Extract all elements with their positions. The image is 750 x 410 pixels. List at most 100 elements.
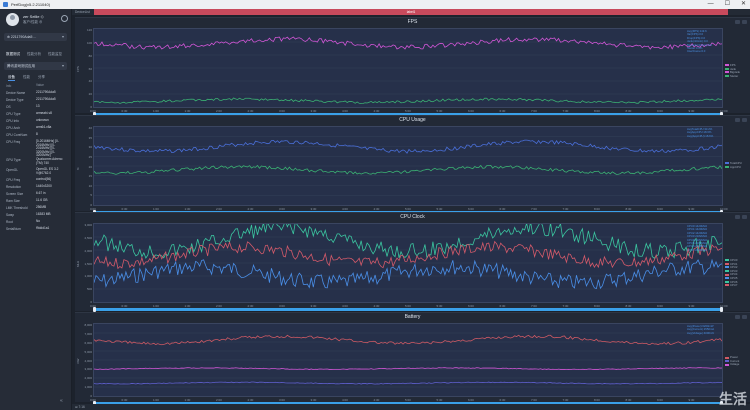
gear-icon[interactable] xyxy=(61,15,68,22)
collapse-icon[interactable]: « xyxy=(60,398,66,404)
close-icon[interactable] xyxy=(742,118,747,122)
table-row: Resolution 1440x3200 xyxy=(6,184,68,191)
legend-swatch xyxy=(725,64,729,67)
legend-label: Voltage xyxy=(730,362,740,367)
close-icon[interactable] xyxy=(742,215,747,219)
user-profile[interactable]: zer Sellie ◇ 客户/性能 ⊕ xyxy=(6,13,68,29)
table-row: SerialNum f9ddd1a1 xyxy=(6,226,68,233)
info-key: CPU Arch xyxy=(6,126,20,130)
legend-item[interactable]: Stutter xyxy=(725,73,740,79)
y-tick-label: 500 xyxy=(86,287,92,292)
info-value: 2211790Ada5 xyxy=(36,97,56,101)
tab-performance[interactable]: 性能 xyxy=(23,75,30,81)
stats-legend: CPU0:1420MHz CPU1:1420MHz CPU2:1420MHz CPU3… xyxy=(687,224,707,252)
series-line xyxy=(94,224,722,259)
info-value: armeabi-v8 xyxy=(36,111,52,115)
fps-plot-area[interactable] xyxy=(93,28,723,108)
legend-swatch xyxy=(725,71,729,74)
panel-title: Battery xyxy=(404,314,421,320)
cpu-plot-area[interactable] xyxy=(93,126,723,206)
info-value: Qualcomm Adreno (TM) 740 xyxy=(36,157,63,165)
legend-item[interactable]: CPU7 xyxy=(725,283,738,288)
y-tick-label: 10 xyxy=(88,183,92,188)
battery-plot-area[interactable] xyxy=(93,323,723,397)
minimize-button[interactable]: — xyxy=(708,1,714,8)
table-row: Device Type 2211790Ada5 xyxy=(6,97,68,104)
chevron-down-icon: ▾ xyxy=(61,34,64,39)
maximize-button[interactable]: ☐ xyxy=(725,1,730,8)
info-value: f9ddd1a1 xyxy=(36,226,50,230)
series-line xyxy=(94,258,722,290)
legend-swatch xyxy=(725,262,729,265)
info-value: 6.67 in xyxy=(36,191,46,195)
tab-perf-monitor[interactable]: 性能监控 xyxy=(48,52,62,57)
legend-swatch xyxy=(725,280,729,283)
y-tick-label: 120 xyxy=(86,28,92,32)
settings-icon[interactable] xyxy=(735,20,740,24)
sidebar-tabs: 数据测试 性能分析 性能监控 xyxy=(6,52,62,57)
main-area: DeviceList label1 FPS FPS 120 100 80 60 40 20 0 0… xyxy=(72,9,750,410)
legend-label: AppCPU xyxy=(730,164,741,169)
close-icon[interactable] xyxy=(742,315,747,319)
y-tick-label: 80 xyxy=(88,53,92,58)
info-key: OS xyxy=(6,105,11,109)
tab-data-test[interactable]: 数据测试 xyxy=(6,52,20,57)
settings-icon[interactable] xyxy=(735,215,740,219)
legend-item[interactable]: AppCPU xyxy=(725,164,742,170)
table-header: Info Value xyxy=(6,83,68,90)
y-tick-label: 35 xyxy=(88,135,92,140)
series-line xyxy=(94,381,722,385)
record-label-bar[interactable]: label1 xyxy=(94,9,728,15)
panel-controls xyxy=(735,20,747,24)
info-value: 2211790Ada5 xyxy=(36,90,56,94)
cpu-panel: CPU Usage% 40 35 30 25 20 15 10 5 0 0:00 0:30 1:00 1:… xyxy=(75,115,750,215)
status-text: ⊞ 7:16 xyxy=(75,405,85,409)
info-key: OpenGL xyxy=(6,168,19,172)
table-row: CPU Arch arm64-v8a xyxy=(6,125,68,132)
series-line xyxy=(94,164,722,175)
legend-swatch xyxy=(725,277,729,280)
device-select[interactable]: ⊕ 2211790Ada5 ... ▾ xyxy=(4,33,67,41)
title-bar: PerfDog(v5.2.211040) — ☐ ✕ xyxy=(0,0,750,9)
table-row: Device Name 2211790Ada5 xyxy=(6,90,68,97)
info-value: 16383 MB xyxy=(36,212,51,216)
table-row: Root No xyxy=(6,219,68,226)
y-tick-label: 60 xyxy=(88,66,92,71)
tab-device[interactable]: 设备 xyxy=(8,75,15,81)
tab-share[interactable]: 分享 xyxy=(38,75,45,81)
legend-item[interactable]: Voltage xyxy=(725,363,739,367)
series-legend: Power Current Voltage xyxy=(725,355,739,367)
info-value: control(56) xyxy=(36,177,52,181)
y-tick-label: 20 xyxy=(88,164,92,169)
tab-perf-analysis[interactable]: 性能分析 xyxy=(27,52,41,57)
table-row: CPU Freq control(56) xyxy=(6,177,68,184)
panel-controls xyxy=(735,118,747,122)
device-list-label[interactable]: DeviceList xyxy=(75,9,90,15)
close-icon[interactable] xyxy=(742,20,747,24)
y-tick-label: 40 xyxy=(88,79,92,84)
table-row: Screen Size 6.67 in xyxy=(6,191,68,198)
user-subtitle: 客户/性能 ⊕ xyxy=(23,20,43,24)
settings-icon[interactable] xyxy=(735,118,740,122)
panel-controls xyxy=(735,315,747,319)
chart-svg xyxy=(94,136,722,196)
table-row: OpenGL OpenGL ES 3.2 V@0762.0 xyxy=(6,167,68,177)
info-value: 11.6 GB xyxy=(36,198,48,202)
legend-swatch xyxy=(725,273,729,276)
y-tick-label: 7,000 xyxy=(84,331,92,336)
info-key: CPU Freq xyxy=(6,140,21,144)
panel-controls xyxy=(735,215,747,219)
legend-label: CPU7 xyxy=(730,283,738,288)
time-range-slider[interactable] xyxy=(93,307,723,312)
clock-plot-area[interactable] xyxy=(93,223,723,303)
info-value: No xyxy=(36,219,41,223)
y-tick-label: 5 xyxy=(90,193,92,198)
avatar[interactable] xyxy=(6,13,19,26)
legend-swatch xyxy=(725,270,729,273)
legend-label: Stutter xyxy=(730,73,739,78)
chevron-down-icon: ▾ xyxy=(61,63,64,68)
settings-icon[interactable] xyxy=(735,315,740,319)
close-button[interactable]: ✕ xyxy=(741,1,746,8)
info-value: [0-2016MHz] [0-2016MHz] [0-2016MHz] [0-3… xyxy=(36,139,59,158)
app-select[interactable]: 腾讯游戏测试应用 ▾ xyxy=(4,62,67,70)
